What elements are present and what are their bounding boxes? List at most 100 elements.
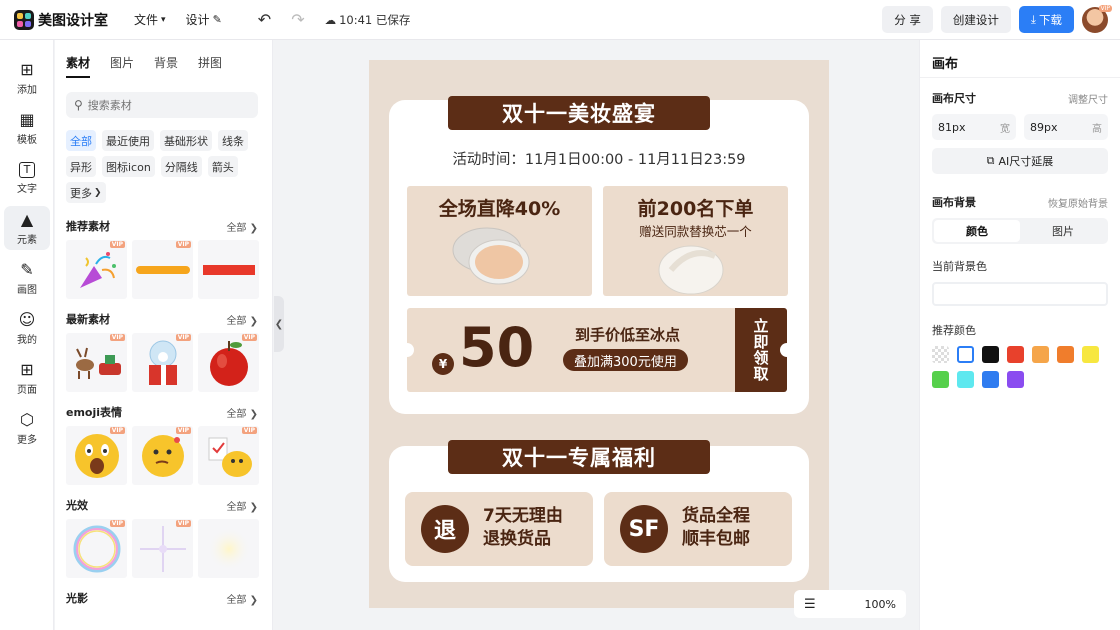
chip-icons[interactable]: 图标icon: [102, 156, 155, 177]
color-swatch[interactable]: [982, 371, 999, 388]
poster-canvas[interactable]: 活动时间：11月1日00:00 - 11月11日23:59 全场直降40% 前2…: [369, 60, 829, 608]
rail-label: 元素: [17, 234, 37, 246]
promo-discount-box[interactable]: 全场直降40%: [407, 186, 592, 296]
app-logo[interactable]: 美图设计室: [14, 9, 108, 30]
rail-item-template[interactable]: ▦ 模板: [4, 106, 50, 150]
design-menu[interactable]: 设计 ✎: [186, 11, 222, 28]
asset-rainbow-bubble[interactable]: VIP: [66, 519, 127, 578]
rail-item-more[interactable]: ⬡ 更多: [4, 406, 50, 450]
zoom-level[interactable]: 100%: [865, 598, 896, 611]
elements-panel: 素材 图片 背景 拼图 ⚲ 全部 最近使用 基础形状 线条 异形 图标icon …: [55, 40, 273, 630]
see-all-link[interactable]: 全部 ❯: [226, 498, 258, 513]
asset-yellow-stroke[interactable]: VIP: [132, 240, 193, 299]
chip-basic-shapes[interactable]: 基础形状: [160, 130, 212, 151]
rail-item-mine[interactable]: ☺ 我的: [4, 306, 50, 350]
benefit-line: 7天无理由: [483, 506, 563, 526]
avatar[interactable]: VIP: [1082, 4, 1112, 33]
chip-all[interactable]: 全部: [66, 130, 96, 151]
search-input[interactable]: [87, 98, 248, 112]
poster-banner-2[interactable]: 双十一专属福利: [448, 440, 710, 474]
tab-images[interactable]: 图片: [110, 54, 134, 78]
shocked-face-icon: [74, 433, 119, 478]
color-swatch[interactable]: [982, 346, 999, 363]
zoom-control[interactable]: ☰ 100%: [794, 590, 906, 618]
rail-item-elements[interactable]: ▲ 元素: [4, 206, 50, 250]
save-status[interactable]: ☁ 10:41 已保存: [325, 12, 411, 28]
add-page-icon: ⊞: [20, 359, 34, 379]
chip-lines[interactable]: 线条: [218, 130, 248, 151]
tab-backgrounds[interactable]: 背景: [154, 54, 178, 78]
see-all-link[interactable]: 全部 ❯: [226, 312, 258, 327]
height-field[interactable]: 89px 高: [1024, 114, 1108, 140]
layers-icon[interactable]: ☰: [804, 597, 816, 612]
redo-icon[interactable]: ↷: [291, 10, 304, 29]
download-button[interactable]: ⤓ 下载: [1018, 6, 1074, 33]
see-all-link[interactable]: 全部 ❯: [226, 219, 258, 234]
vip-badge: VIP: [1098, 4, 1112, 12]
chip-recent[interactable]: 最近使用: [102, 130, 154, 151]
benefit-return[interactable]: 退 7天无理由 退换货品: [405, 492, 593, 566]
color-swatch[interactable]: [957, 346, 974, 363]
chip-irregular[interactable]: 异形: [66, 156, 96, 177]
rail-item-draw[interactable]: ✎ 画图: [4, 256, 50, 300]
asset-red-bar[interactable]: [198, 240, 259, 299]
benefit-shipping[interactable]: SF 货品全程 顺丰包邮: [604, 492, 792, 566]
asset-reindeer-sleigh[interactable]: VIP: [66, 333, 127, 392]
section-title: 光效: [66, 499, 88, 512]
chip-more[interactable]: 更多 ❯: [66, 182, 106, 203]
asset-party-popper[interactable]: VIP: [66, 240, 127, 299]
rail-item-page[interactable]: ⊞ 页面: [4, 356, 50, 400]
vip-tag: VIP: [175, 427, 191, 434]
create-design-button[interactable]: 创建设计: [940, 6, 1011, 33]
asset-thinking-face[interactable]: VIP: [132, 426, 193, 485]
promo-gift-box[interactable]: 前200名下单 赠送同款替换芯一个: [603, 186, 788, 296]
promo-card[interactable]: 活动时间：11月1日00:00 - 11月11日23:59 全场直降40% 前2…: [389, 100, 809, 414]
restore-bg-link[interactable]: 恢复原始背景: [1048, 195, 1108, 210]
share-button[interactable]: 分 享: [882, 6, 933, 33]
vip-tag: VIP: [109, 520, 125, 527]
file-menu[interactable]: 文件 ▾: [134, 11, 166, 28]
coupon[interactable]: ¥ 50 到手价低至冰点 叠加满300元使用 立即领取: [407, 308, 787, 392]
canvas-workspace[interactable]: ❮ 活动时间：11月1日00:00 - 11月11日23:59 全场直降40% …: [274, 40, 918, 630]
section-title: 光影: [66, 592, 88, 605]
chip-dividers[interactable]: 分隔线: [160, 156, 202, 177]
undo-icon[interactable]: ↶: [258, 10, 271, 29]
rail-item-text[interactable]: T 文字: [4, 156, 50, 200]
asset-glow[interactable]: [198, 519, 259, 578]
tab-materials[interactable]: 素材: [66, 54, 91, 78]
asset-shocked-face[interactable]: VIP: [66, 426, 127, 485]
bg-image-tab[interactable]: 图片: [1020, 220, 1106, 242]
user-icon: ☺: [18, 309, 36, 329]
see-all-link[interactable]: 全部 ❯: [226, 591, 258, 606]
color-swatch[interactable]: [1032, 346, 1049, 363]
apple-icon: [209, 340, 248, 386]
search-box[interactable]: ⚲: [66, 92, 258, 118]
canvas-size-label: 画布尺寸: [932, 92, 976, 105]
poster-banner-1[interactable]: 双十一美妆盛宴: [448, 96, 710, 130]
asset-snow-globe-gift[interactable]: VIP: [132, 333, 193, 392]
color-swatch[interactable]: [957, 371, 974, 388]
ai-extend-button[interactable]: ⧉ AI尺寸延展: [932, 148, 1108, 174]
cube-icon: ⬡: [20, 409, 34, 429]
bg-color-tab[interactable]: 颜色: [934, 220, 1020, 242]
chip-arrows[interactable]: 箭头: [207, 156, 238, 177]
adjust-size-link[interactable]: 调整尺寸: [1068, 91, 1108, 106]
tab-collage[interactable]: 拼图: [198, 54, 222, 78]
see-all-link[interactable]: 全部 ❯: [226, 405, 258, 420]
coupon-amount: 50: [459, 316, 535, 379]
color-swatch[interactable]: [932, 371, 949, 388]
current-bg-color-swatch[interactable]: [932, 282, 1108, 306]
asset-chick-checklist[interactable]: VIP: [198, 426, 259, 485]
width-field[interactable]: 81px 宽: [932, 114, 1016, 140]
rail-item-add[interactable]: ⊞ 添加: [4, 56, 50, 100]
asset-red-apple[interactable]: VIP: [198, 333, 259, 392]
section-title: emoji表情: [66, 406, 123, 419]
collapse-panel-handle[interactable]: ❮: [274, 296, 284, 352]
color-swatch[interactable]: [1007, 371, 1024, 388]
color-swatch[interactable]: [1007, 346, 1024, 363]
color-swatch[interactable]: [932, 346, 949, 363]
color-swatch[interactable]: [1057, 346, 1074, 363]
asset-sparkle-star[interactable]: VIP: [132, 519, 193, 578]
current-bg-label: 当前背景色: [932, 260, 987, 273]
color-swatch[interactable]: [1082, 346, 1099, 363]
